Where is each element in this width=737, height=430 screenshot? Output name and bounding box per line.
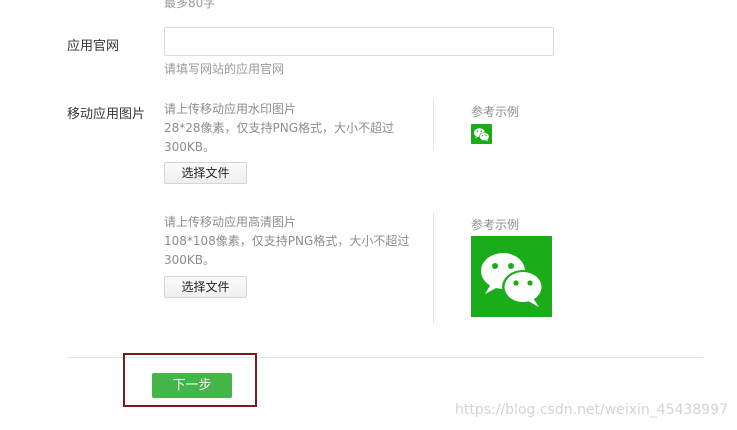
- mobile-images-label: 移动应用图片: [67, 107, 146, 122]
- watermark-divider: [433, 100, 434, 150]
- watermark-upload-tip: 请上传移动应用水印图片 28*28像素，仅支持PNG格式，大小不超过 300KB…: [164, 100, 414, 157]
- watermark-example-label: 参考示例: [471, 105, 520, 119]
- wechat-logo-icon: [471, 236, 552, 317]
- site-url-hint: 请填写网站的应用官网: [164, 62, 285, 76]
- watermark-tip-line3: 300KB。: [164, 140, 216, 154]
- description-hint: 最多80字: [164, 0, 216, 10]
- hd-choose-file-button[interactable]: 选择文件: [164, 276, 247, 298]
- hd-tip-line3: 300KB。: [164, 253, 216, 267]
- watermark-tip-line2: 28*28像素，仅支持PNG格式，大小不超过: [164, 121, 395, 135]
- csdn-watermark: https://blog.csdn.net/weixin_45438997: [455, 402, 729, 418]
- site-label: 应用官网: [67, 39, 120, 54]
- watermark-choose-file-button[interactable]: 选择文件: [164, 162, 247, 184]
- hd-tip-line1: 请上传移动应用高清图片: [164, 215, 297, 229]
- site-url-input[interactable]: [164, 27, 554, 56]
- wechat-logo-icon: [471, 124, 492, 144]
- next-step-button[interactable]: 下一步: [152, 373, 232, 398]
- hd-divider: [433, 213, 434, 323]
- watermark-tip-line1: 请上传移动应用水印图片: [164, 102, 297, 116]
- hd-example-label: 参考示例: [471, 218, 520, 232]
- hd-tip-line2: 108*108像素，仅支持PNG格式，大小不超过: [164, 234, 410, 248]
- app-registration-form: 最多80字 应用官网 请填写网站的应用官网 移动应用图片 请上传移动应用水印图片…: [0, 0, 737, 430]
- hd-upload-tip: 请上传移动应用高清图片 108*108像素，仅支持PNG格式，大小不超过 300…: [164, 213, 414, 270]
